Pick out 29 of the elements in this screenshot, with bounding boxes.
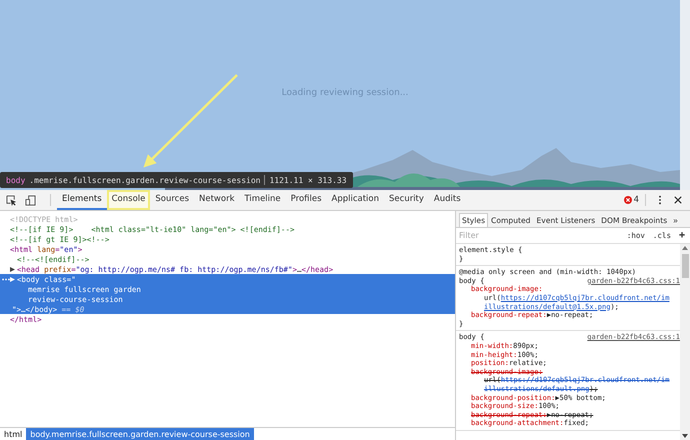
tooltip-selector-tag: body xyxy=(6,176,26,184)
scroll-up-icon[interactable] xyxy=(682,246,688,250)
devtools-tab[interactable]: Audits xyxy=(428,190,466,210)
devtools-tab[interactable]: Profiles xyxy=(286,190,327,210)
more-icon[interactable] xyxy=(2,278,10,281)
new-rule-button[interactable]: + xyxy=(676,230,687,241)
breadcrumb-item[interactable]: body.memrise.fullscreen.garden.review-course-session xyxy=(26,428,254,440)
error-icon xyxy=(624,196,632,204)
devtools-tab[interactable]: Security xyxy=(384,190,429,210)
error-count[interactable]: 4 xyxy=(634,195,639,205)
device-icon[interactable] xyxy=(25,194,36,206)
scrollbar[interactable] xyxy=(680,244,690,440)
devtools-tab[interactable]: Timeline xyxy=(240,190,286,210)
inspect-icon[interactable] xyxy=(6,194,17,206)
devtools-tab[interactable]: Network xyxy=(194,190,240,210)
devtools-tab[interactable]: Console xyxy=(106,190,150,210)
scroll-thumb[interactable] xyxy=(682,254,688,278)
scrollbar[interactable] xyxy=(680,0,690,190)
scroll-down-icon[interactable] xyxy=(682,434,688,438)
devtools-tab[interactable]: Sources xyxy=(150,190,194,210)
devtools-tab[interactable]: Application xyxy=(326,190,384,210)
breadcrumb-item[interactable]: html xyxy=(0,428,26,440)
close-icon[interactable] xyxy=(674,196,682,204)
tooltip-size: 1121.11 × 313.33 xyxy=(269,176,347,184)
expand-triangle-icon[interactable] xyxy=(10,266,15,272)
more-tabs-button[interactable]: » xyxy=(670,213,681,227)
expand-triangle-icon[interactable] xyxy=(10,276,15,282)
more-options-icon[interactable] xyxy=(658,195,662,205)
tooltip-selector-classes: .memrise.fullscreen.garden.review-course-session xyxy=(29,176,260,184)
